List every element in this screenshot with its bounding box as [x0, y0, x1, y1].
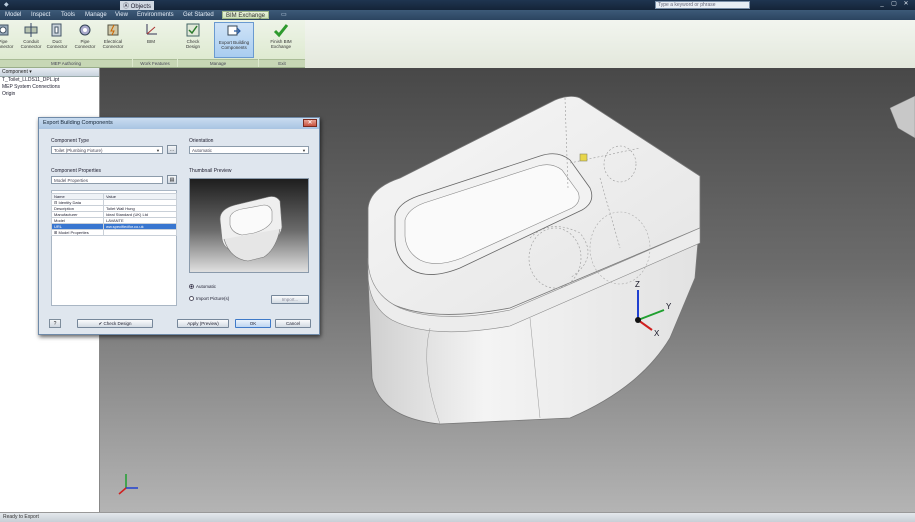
pipe-connector-button[interactable]: Pipe Connector	[72, 22, 98, 58]
orientation-label: Orientation	[189, 138, 214, 144]
thumbnail-preview	[189, 178, 309, 273]
radio-import-pictures[interactable]: Import Picture(s)	[189, 296, 229, 302]
duct-connector-icon	[51, 23, 62, 37]
status-bar: Ready to Export	[0, 512, 915, 522]
close-window-button[interactable]: ✕	[902, 1, 910, 8]
component-type-dropdown[interactable]: Toilet (Plumbing Fixture) ▼	[51, 146, 163, 154]
panel-manage: Manage	[178, 59, 258, 67]
browser-header[interactable]: Component ▾	[0, 68, 99, 77]
panel-exit: Exit	[259, 59, 305, 67]
radio-automatic[interactable]: Automatic	[189, 284, 216, 290]
component-type-label: Component Type	[51, 138, 89, 144]
browser-item-mep-connections[interactable]: MEP System Connections	[0, 84, 99, 91]
axis-triad[interactable]: Z Y X	[620, 278, 680, 338]
dialog-close-button[interactable]: ✕	[303, 119, 317, 127]
browser-item-part[interactable]: T_Toilet_LLDS11_DPL.ipt	[0, 77, 99, 84]
table-row[interactable]: ⊞ Model Properties	[51, 229, 177, 236]
browser-item-origin[interactable]: Origin	[0, 91, 99, 98]
duct-connector-button[interactable]: Duct Connector	[44, 22, 70, 58]
ribbon: Pipe Connector Conduit Connector Duct Co…	[0, 20, 915, 68]
tab-view[interactable]: View	[112, 11, 131, 19]
ribbon-tab-bar: Model Inspect Tools Manage View Environm…	[0, 10, 915, 20]
z-axis-label: Z	[635, 280, 640, 289]
chevron-down-icon: ▼	[302, 148, 306, 153]
check-design-button[interactable]: Check Design	[180, 22, 206, 58]
check-design-dialog-button[interactable]: ✔ Check Design	[77, 319, 153, 328]
minimize-button[interactable]: _	[878, 1, 886, 8]
y-axis-label: Y	[666, 302, 672, 311]
component-properties-label: Component Properties	[51, 168, 102, 174]
finish-checkmark-icon	[273, 24, 289, 38]
tab-inspect[interactable]: Inspect	[28, 11, 53, 19]
radio-dot[interactable]	[189, 296, 194, 302]
electrical-connector-button[interactable]: Electrical Connector	[100, 22, 126, 58]
radio-dot[interactable]	[189, 284, 194, 290]
properties-filter-dropdown[interactable]: Model Properties	[51, 176, 163, 184]
browse-type-button[interactable]: …	[167, 145, 177, 154]
cancel-button[interactable]: Cancel	[275, 319, 311, 328]
conduit-connector-button[interactable]: Conduit Connector	[18, 22, 44, 58]
import-button[interactable]: Import...	[271, 295, 309, 304]
maximize-button[interactable]: ▢	[890, 1, 898, 8]
search-input[interactable]: Type a keyword or phrase	[655, 1, 750, 9]
export-components-icon	[227, 25, 241, 36]
ribbon-empty-area	[305, 20, 915, 68]
tab-bim-exchange[interactable]: BIM Exchange	[222, 11, 270, 19]
tab-tools[interactable]: Tools	[58, 11, 78, 19]
bim-axes-button[interactable]: BIM	[138, 22, 164, 58]
pipe-connector-icon	[79, 24, 91, 36]
orientation-dropdown[interactable]: Automatic ▼	[189, 146, 309, 154]
finish-bim-exchange-button[interactable]: Finish BIM Exchange	[266, 22, 296, 58]
electrical-connector-icon	[107, 24, 119, 36]
tab-extra-icon[interactable]: ▭	[278, 11, 290, 19]
project-selector[interactable]: Ⓐ Objects	[120, 1, 155, 10]
export-building-components-button[interactable]: Export Building Components	[214, 22, 254, 58]
chevron-down-icon: ▼	[156, 148, 160, 153]
check-design-icon	[186, 23, 200, 37]
pipe-connector-icon	[0, 24, 9, 36]
dialog-title: Export Building Components	[39, 118, 319, 129]
panel-work-features: Work Features	[133, 59, 177, 67]
thumbnail-preview-label: Thumbnail Preview	[189, 168, 232, 174]
origin-triad-icon	[118, 474, 138, 495]
app-menu-icon[interactable]: ◆	[4, 1, 9, 8]
tab-manage[interactable]: Manage	[82, 11, 110, 19]
toilet-thumbnail-image	[219, 196, 283, 262]
properties-table: Name Value ⊟ Identity Data Description T…	[51, 193, 177, 236]
panel-mep-authoring: MEP Authoring	[0, 59, 132, 67]
tab-get-started[interactable]: Get Started	[180, 11, 217, 19]
title-bar: ◆ Ⓐ Objects Type a keyword or phrase _ ▢…	[0, 0, 915, 10]
x-axis-label: X	[654, 329, 660, 338]
conduit-connector-icon	[24, 23, 38, 37]
pipe-connector-partial-button[interactable]: Pipe Connector	[0, 22, 16, 58]
tab-model[interactable]: Model	[2, 11, 24, 19]
ok-button[interactable]: OK	[235, 319, 271, 328]
bim-axes-icon	[146, 24, 157, 35]
help-button[interactable]: ?	[49, 319, 61, 328]
apply-preview-button[interactable]: Apply (Preview)	[177, 319, 229, 328]
connector-marker	[579, 153, 588, 162]
export-building-components-dialog: Export Building Components ✕ Component T…	[38, 117, 320, 335]
tab-environments[interactable]: Environments	[134, 11, 177, 19]
properties-options-button[interactable]: ▤	[167, 175, 177, 184]
